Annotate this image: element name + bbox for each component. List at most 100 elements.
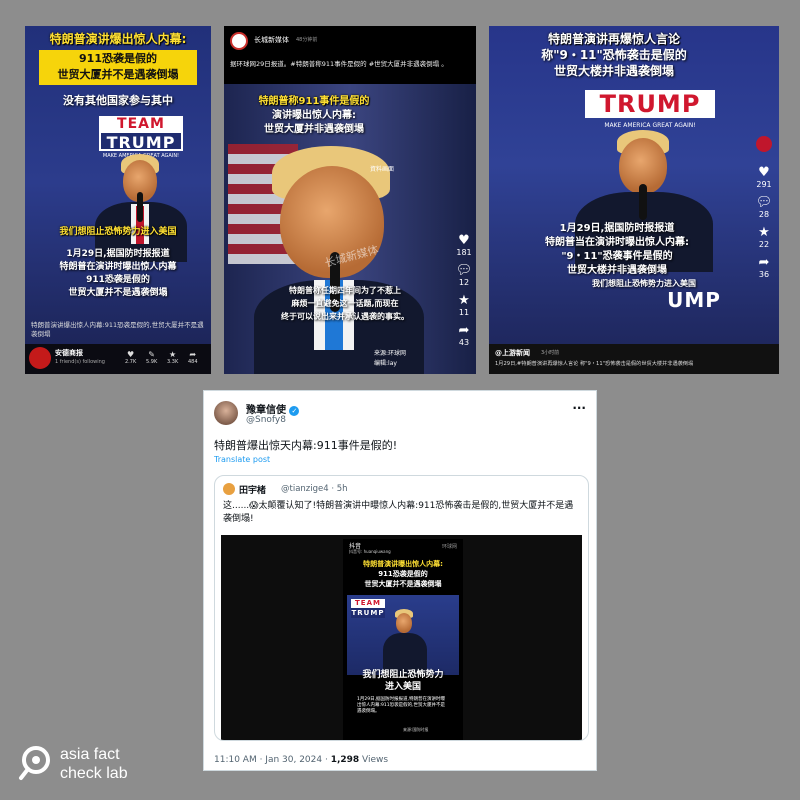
credit-2: 编辑:lay <box>374 360 397 367</box>
account-name[interactable]: @上游新闻 <box>495 348 530 358</box>
post-time: 48分钟前 <box>296 37 318 43</box>
account-sub: 1 friend(s) following <box>55 359 105 365</box>
microphone <box>639 184 647 220</box>
credit-1: 来源:环球网 <box>374 350 407 357</box>
display-name[interactable]: 豫章信使 ✓ <box>246 401 300 416</box>
video-body: 1月29日,据国防时报报道,特朗普在演讲时曝出惊人内幕:911恐袭是假的,世贸大… <box>357 697 446 714</box>
banner-line-1: 911恐袭是假的 <box>79 52 157 65</box>
share-button[interactable]: ➦ 36 <box>759 256 770 286</box>
sign-slogan: MAKE AMERICA GREAT AGAIN! <box>604 122 696 129</box>
headline-3: 世贸大厦并非遇袭倒塌 <box>264 124 364 135</box>
like-button[interactable]: ♥ 291 <box>756 166 771 196</box>
team-sign: TEAM <box>351 599 385 608</box>
handle[interactable]: @Snofy8 <box>246 415 286 425</box>
speaker-face <box>396 613 412 633</box>
body-line-2: 麻烦一直避免这一话题,而现在 <box>291 299 399 308</box>
tweet-text: 特朗普爆出惊天内幕:911事件是假的! <box>214 439 398 452</box>
logo-line-2: check lab <box>60 765 128 782</box>
trump-sign: TRUMP <box>99 131 183 152</box>
account-name[interactable]: 安德商报 <box>55 348 83 358</box>
comment-icon: ✎ <box>148 350 155 359</box>
fav-count: 11 <box>458 308 470 317</box>
search-icon <box>19 746 50 780</box>
action-sidebar: ♥ 291 💬︎ 28 ★ 22 ➦ 36 <box>749 136 779 286</box>
post-caption: 1月29日,#特朗普演讲再爆惊人言论 称"9・11"恐怖袭击是假的世贸大楼并非遇… <box>495 361 694 367</box>
quoted-tweet[interactable]: 田宇楮 @tianzige4 · 5h 这......😱太颠覆认知了!特朗普演讲… <box>214 475 589 741</box>
action-sidebar: ♥ 181 💬︎ 12 ★ 11 ➦ 43 <box>452 234 476 354</box>
body-line-3: 终于可以说出来并承认遇袭的事实。 <box>281 312 409 321</box>
timestamp[interactable]: 11:10 AM · Jan 30, 2024 · <box>214 755 331 765</box>
video-inner: 抖音 抖音号: huanqiuwang 环球网 特朗普演讲曝出惊人内幕: 911… <box>343 539 463 740</box>
partial-sign: UMP <box>667 288 721 312</box>
screenshot-panel-3: 特朗普演讲再爆惊人言论 称"9・11"恐怖袭击是假的 世贸大楼并非遇袭倒塌 TR… <box>489 26 779 374</box>
subheadline: 没有其他国家参与其中 <box>63 94 173 107</box>
video-frame: TEAM TRUMP <box>347 595 459 675</box>
like-count: 291 <box>756 180 772 189</box>
share-stat[interactable]: ➦ 484 <box>188 350 198 365</box>
like-button[interactable]: ♥ 181 <box>456 234 471 264</box>
fav-stat[interactable]: ★ 3.3K <box>167 350 178 365</box>
bottom-bar: 安德商报 1 friend(s) following ♥ 2.7K ✎ 5.9K ★… <box>25 344 211 374</box>
video-source: 来源:国防时报 <box>403 727 429 732</box>
account-name[interactable]: 长城新媒体 <box>254 35 289 45</box>
comment-button[interactable]: 💬︎ 12 <box>456 264 473 294</box>
video-id: 抖音号: huanqiuwang <box>349 549 391 554</box>
body-line-1: 1月29日,据国防时报报道 <box>66 249 170 259</box>
comment-icon: 💬︎ <box>455 263 473 278</box>
favorite-button[interactable]: ★ 22 <box>758 226 770 256</box>
body-line-2: 特朗普在演讲时曝出惊人内幕 <box>59 262 177 272</box>
fav-count: 3.3K <box>167 359 179 365</box>
avatar[interactable] <box>230 32 248 50</box>
share-icon: ➦ <box>458 323 470 338</box>
asia-fact-check-lab-logo: asia fact check lab <box>18 744 158 788</box>
body-subtitles: 1月29日,据国防时报报道 特朗普在演讲时曝出惊人内幕 911恐袭是假的 世贸大… <box>31 248 205 300</box>
body-line-4: 世贸大厦并不是遇袭倒塌 <box>68 288 168 298</box>
headline-1: 特朗普演讲再爆惊人言论 <box>547 32 680 46</box>
heart-icon: ♥ <box>458 233 470 248</box>
watermark: 环球网 <box>441 544 457 550</box>
share-count: 36 <box>758 270 770 279</box>
comment-count: 12 <box>458 278 470 287</box>
headline: 特朗普演讲爆出惊人内幕: <box>49 32 187 46</box>
quoted-avatar[interactable] <box>223 483 235 495</box>
bottom-bar: @上游新闻 3小时前 1月29日,#特朗普演讲再爆惊人言论 称"9・11"恐怖袭… <box>489 344 779 374</box>
video-headline-2: 911恐袭是假的 <box>378 570 428 578</box>
share-count: 43 <box>458 338 470 347</box>
body-line-3: 911恐袭是假的 <box>86 275 150 285</box>
quoted-handle: @tianzige4 · 5h <box>281 484 348 494</box>
star-icon: ★ <box>758 225 770 240</box>
banner-line-2: 世贸大厦并不是遇袭倒塌 <box>57 68 179 81</box>
microphone <box>137 192 143 222</box>
body-line-4: 世贸大楼并非遇袭倒塌 <box>567 265 667 276</box>
tweet-footer: 11:10 AM · Jan 30, 2024 · 1,298 Views <box>214 755 388 765</box>
share-icon: ➦ <box>189 350 197 359</box>
post-time: 3小时前 <box>541 350 560 356</box>
heart-icon: ♥ <box>758 165 770 180</box>
more-icon[interactable]: ··· <box>572 401 586 415</box>
follow-avatar[interactable] <box>756 136 772 152</box>
body-line-2: 特朗普当在演讲时曝出惊人内幕: <box>545 237 689 248</box>
screenshot-panel-1: 特朗普演讲爆出惊人内幕: 911恐袭是假的 世贸大厦并不是遇袭倒塌 没有其他国家… <box>25 26 211 374</box>
post-text: 据环球网29日报道。#特朗普称911事件是假的 #世贸大厦并非遇袭倒塌 。 <box>230 60 448 68</box>
fav-count: 22 <box>758 240 770 249</box>
share-button[interactable]: ➦ 43 <box>459 324 470 354</box>
headline-2: 演讲曝出惊人内幕: <box>272 110 356 121</box>
share-icon: ➦ <box>758 255 770 270</box>
quoted-name: 田宇楮 <box>239 486 267 496</box>
screenshot-panel-2: 长城新媒体 48分钟前 据环球网29日报道。#特朗普称911事件是假的 #世贸大… <box>224 26 476 374</box>
translate-link[interactable]: Translate post <box>214 455 270 464</box>
headline-1: 特朗普称911事件是假的 <box>258 96 370 107</box>
views-label: Views <box>359 755 389 765</box>
avatar[interactable] <box>214 401 238 425</box>
headline-banner: 911恐袭是假的 世贸大厦并不是遇袭倒塌 <box>39 50 197 85</box>
body-line-3: "9・11"恐袭事件是假的 <box>561 251 673 262</box>
quoted-video[interactable]: 抖音 抖音号: huanqiuwang 环球网 特朗普演讲曝出惊人内幕: 911… <box>221 535 582 740</box>
body-subtitles: 1月29日,据国防时报报道 特朗普当在演讲时曝出惊人内幕: "9・11"恐袭事件… <box>499 222 735 278</box>
avatar[interactable] <box>29 347 51 369</box>
quote-subtitle: 我们想阻止恐怖势力进入美国 <box>59 227 177 237</box>
favorite-button[interactable]: ★ 11 <box>458 294 470 324</box>
comment-stat[interactable]: ✎ 5.9K <box>146 350 157 365</box>
trump-sign: TRUMP <box>585 90 715 118</box>
comment-button[interactable]: 💬︎ 28 <box>756 196 773 226</box>
like-stat[interactable]: ♥ 2.7K <box>125 350 136 365</box>
